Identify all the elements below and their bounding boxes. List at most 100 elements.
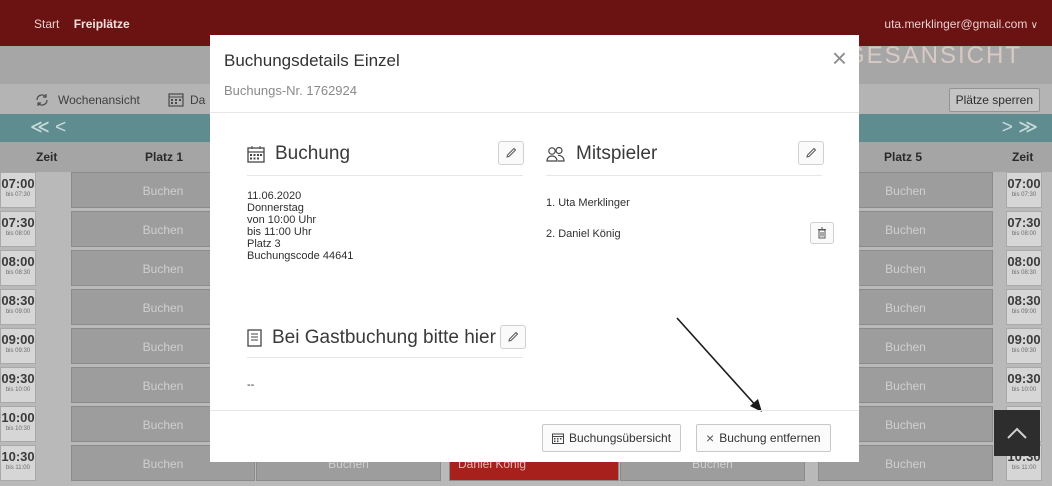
time-slot-label-right: 07:00 bis 07:30 bbox=[1006, 172, 1042, 208]
chevron-down-icon: ∨ bbox=[1030, 20, 1038, 31]
time-slot-label-right: 07:30 bis 08:00 bbox=[1006, 211, 1042, 247]
time-column-header: Zeit bbox=[36, 150, 58, 164]
remove-booking-label: Buchung entfernen bbox=[719, 431, 821, 445]
guest-value: -- bbox=[247, 379, 255, 391]
calendar-icon bbox=[247, 145, 265, 163]
booking-from: von 10:00 Uhr bbox=[247, 214, 317, 226]
slot-time: 10:30 bbox=[1, 449, 35, 464]
user-email: uta.merklinger@gmail.com bbox=[884, 17, 1028, 31]
time-slot-label-right: 08:30 bis 09:00 bbox=[1006, 289, 1042, 325]
pencil-icon bbox=[806, 147, 817, 158]
remove-player-button[interactable] bbox=[810, 222, 834, 244]
slot-time: 08:30 bbox=[1007, 293, 1041, 308]
time-right-column-header: Zeit bbox=[1012, 150, 1034, 164]
guest-divider bbox=[247, 357, 523, 358]
booking-overview-button[interactable]: Buchungsübersicht bbox=[542, 424, 682, 452]
day-view-label: Da bbox=[190, 92, 206, 107]
slot-until: bis 08:00 bbox=[1011, 231, 1037, 237]
booking-heading: Buchung bbox=[275, 143, 351, 164]
booking-to: bis 11:00 Uhr bbox=[247, 226, 312, 238]
guest-section-title: Bei Gastbuchung bitte hier ... bbox=[247, 327, 517, 349]
day-view-button[interactable]: Da bbox=[168, 92, 205, 107]
time-slot-label-right: 09:00 bis 09:30 bbox=[1006, 328, 1042, 364]
slot-time: 09:00 bbox=[1, 332, 35, 347]
time-slot-label-right: 09:30 bis 10:00 bbox=[1006, 367, 1042, 403]
booking-details: 11.06.2020 Donnerstag von 10:00 Uhr bis … bbox=[247, 190, 353, 262]
close-icon[interactable]: × bbox=[832, 45, 847, 71]
nav-freiplaetze-link[interactable]: Freiplätze bbox=[74, 17, 130, 31]
edit-booking-button[interactable] bbox=[498, 141, 524, 165]
calendar-icon bbox=[168, 93, 184, 107]
week-view-button[interactable]: Wochenansicht bbox=[34, 92, 140, 108]
player-2: 2. Daniel König bbox=[546, 228, 621, 240]
slot-until: bis 08:30 bbox=[1011, 270, 1037, 276]
week-view-label: Wochenansicht bbox=[58, 93, 140, 107]
calendar-icon bbox=[552, 433, 564, 444]
header-divider bbox=[210, 112, 859, 113]
time-slot-label: 07:30 bis 08:00 bbox=[0, 211, 36, 247]
booking-date: 11.06.2020 bbox=[247, 190, 302, 202]
remove-booking-button[interactable]: × Buchung entfernen bbox=[696, 424, 831, 452]
close-icon: × bbox=[706, 430, 715, 446]
lock-courts-button[interactable]: Plätze sperren bbox=[948, 88, 1040, 112]
players-divider bbox=[546, 175, 822, 176]
slot-time: 08:30 bbox=[1, 293, 35, 308]
edit-guest-button[interactable] bbox=[500, 325, 526, 349]
slot-time: 07:00 bbox=[1, 176, 35, 191]
court1-column-header: Platz 1 bbox=[145, 150, 184, 164]
guest-heading: Bei Gastbuchung bitte hier ... bbox=[272, 327, 518, 348]
booking-overview-label: Buchungsübersicht bbox=[569, 431, 672, 445]
players-section-title: Mitspieler bbox=[546, 143, 657, 165]
slot-until: bis 07:30 bbox=[1011, 192, 1037, 198]
players-heading: Mitspieler bbox=[576, 143, 658, 164]
slot-until: bis 10:00 bbox=[5, 387, 31, 393]
slot-until: bis 07:30 bbox=[5, 192, 31, 198]
slot-time: 09:30 bbox=[1, 371, 35, 386]
slot-time: 07:30 bbox=[1, 215, 35, 230]
player-1: 1. Uta Merklinger bbox=[546, 197, 630, 209]
slot-until: bis 08:00 bbox=[5, 231, 31, 237]
pencil-icon bbox=[506, 147, 517, 158]
slot-until: bis 09:30 bbox=[1011, 348, 1037, 354]
time-slot-label: 09:00 bis 09:30 bbox=[0, 328, 36, 364]
next-day-button[interactable]: > ≫ bbox=[1002, 116, 1038, 139]
slot-time: 09:00 bbox=[1007, 332, 1041, 347]
annotation-arrow bbox=[676, 317, 762, 412]
time-slot-label: 08:00 bis 08:30 bbox=[0, 250, 36, 286]
user-menu[interactable]: uta.merklinger@gmail.com ∨ bbox=[884, 17, 1038, 31]
prev-day-button[interactable]: ≪ < bbox=[30, 116, 66, 139]
booking-code: Buchungscode 44641 bbox=[247, 250, 354, 262]
nav-start-link[interactable]: Start bbox=[34, 17, 59, 31]
footer-divider bbox=[210, 410, 859, 411]
time-slot-label: 10:00 bis 10:30 bbox=[0, 406, 36, 442]
slot-until: bis 10:00 bbox=[1011, 387, 1037, 393]
booking-details-dialog: Buchungsdetails Einzel Buchungs-Nr. 1762… bbox=[210, 35, 859, 462]
court5-column-header: Platz 5 bbox=[884, 150, 923, 164]
slot-until: bis 09:00 bbox=[5, 309, 31, 315]
slot-until: bis 11:00 bbox=[1012, 465, 1036, 471]
users-icon bbox=[546, 146, 565, 162]
refresh-icon bbox=[36, 94, 48, 106]
booking-divider bbox=[247, 175, 523, 176]
time-slot-label: 09:30 bis 10:00 bbox=[0, 367, 36, 403]
slot-until: bis 09:30 bbox=[5, 348, 31, 354]
document-icon bbox=[247, 329, 262, 347]
time-slot-label: 10:30 bis 11:00 bbox=[0, 445, 36, 481]
booking-number: Buchungs-Nr. 1762924 bbox=[224, 83, 357, 98]
slot-time: 08:00 bbox=[1, 254, 35, 269]
edit-players-button[interactable] bbox=[798, 141, 824, 165]
slot-time: 10:00 bbox=[1, 410, 35, 425]
booking-weekday: Donnerstag bbox=[247, 202, 304, 214]
time-slot-label: 07:00 bis 07:30 bbox=[0, 172, 36, 208]
slot-until: bis 11:00 bbox=[6, 465, 30, 471]
dialog-title: Buchungsdetails Einzel bbox=[224, 51, 400, 70]
scroll-to-top-button[interactable] bbox=[994, 410, 1040, 456]
time-slot-label: 08:30 bis 09:00 bbox=[0, 289, 36, 325]
slot-time: 07:30 bbox=[1007, 215, 1041, 230]
chevron-up-icon bbox=[1007, 427, 1027, 439]
trash-icon bbox=[818, 227, 826, 239]
slot-time: 08:00 bbox=[1007, 254, 1041, 269]
slot-until: bis 08:30 bbox=[5, 270, 31, 276]
time-slot-label-right: 08:00 bis 08:30 bbox=[1006, 250, 1042, 286]
slot-time: 09:30 bbox=[1007, 371, 1041, 386]
